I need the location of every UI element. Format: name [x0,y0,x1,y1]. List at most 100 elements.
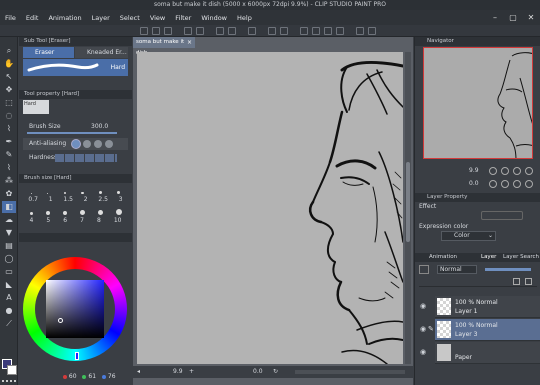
navigator-actual-size-icon[interactable] [525,167,533,175]
close-window-button[interactable]: ✕ [522,10,540,25]
pencil-tool-icon[interactable]: ✎ [2,149,16,161]
tab-layer[interactable]: Layer [481,253,496,262]
scrollbar-thumb[interactable] [406,162,410,242]
canvas-horizontal-scrollbar[interactable] [295,370,405,374]
info-icon[interactable] [368,27,376,35]
size-value[interactable]: 1 [49,196,53,203]
zoom-in-icon[interactable]: + [189,368,194,375]
minimize-button[interactable]: – [486,10,504,25]
save-icon[interactable] [164,27,172,35]
zoom-out-icon[interactable]: ◂ [137,368,140,375]
brush-size-value[interactable]: 300.0 [91,123,108,130]
fill-icon[interactable] [228,27,236,35]
size-dot[interactable] [30,193,32,194]
expression-color-select[interactable]: Color ⌄ [441,231,496,241]
subtool-tab-eraser[interactable]: Eraser [23,47,74,58]
size-value[interactable]: 0.7 [28,196,38,203]
layer-row-layer1[interactable]: 100 % Normal Layer 1 [435,296,540,318]
navigator-angle-value[interactable]: 0.0 [469,180,479,187]
delete-layer-icon[interactable] [525,278,532,285]
new-file-icon[interactable] [140,27,148,35]
menu-layer[interactable]: Layer [87,14,115,22]
antialias-option-weak[interactable] [83,140,91,148]
size-dot[interactable] [81,191,84,194]
airbrush-tool-icon[interactable]: ⁂ [2,175,16,187]
correct-line-tool-icon[interactable]: ⟋ [2,318,16,330]
deselect-icon[interactable] [268,27,276,35]
zoom-tool-icon[interactable]: ⌕ [2,45,16,57]
text-tool-icon[interactable]: A [2,292,16,304]
eraser-tool-icon[interactable]: ◧ [2,201,16,213]
rotate-right-icon[interactable] [501,180,509,188]
tab-animation[interactable]: Animation [429,253,457,262]
selection-tool-icon[interactable]: ⬚ [2,97,16,109]
size-value[interactable]: 3 [119,196,123,203]
canvas-vertical-scrollbar[interactable] [405,52,411,364]
decoration-tool-icon[interactable]: ✿ [2,188,16,200]
size-dot[interactable] [115,209,122,215]
antialias-option-strong[interactable] [105,140,113,148]
layer-name[interactable]: Layer 3 [455,331,477,338]
subtool-tab-kneaded-eraser[interactable]: Kneaded Er... [75,47,128,58]
size-value[interactable]: 1.5 [63,196,73,203]
gradient-tool-icon[interactable]: ▤ [2,240,16,252]
size-value[interactable]: 10 [114,217,122,224]
drawing-canvas[interactable] [137,52,403,364]
open-icon[interactable] [152,27,160,35]
layer-color-icon[interactable] [419,265,429,274]
menu-filter[interactable]: Filter [170,14,196,22]
hardness-slider[interactable] [55,154,117,162]
menu-animation[interactable]: Animation [43,14,86,22]
size-value[interactable]: 7 [80,217,84,224]
pen-tool-icon[interactable]: ✒ [2,136,16,148]
angle-value[interactable]: 0.0 [253,368,263,375]
snap-perspective-icon[interactable] [336,27,344,35]
show-selection-icon[interactable] [300,27,308,35]
navigator-zoom-value[interactable]: 9.9 [469,167,479,174]
lasso-tool-icon[interactable]: ◌ [2,110,16,122]
navigator-preview[interactable] [423,47,533,159]
zoom-value[interactable]: 9.9 [173,368,183,375]
menu-select[interactable]: Select [115,14,145,22]
blend-tool-icon[interactable]: ☁ [2,214,16,226]
settings-icon[interactable] [356,27,364,35]
move-layer-tool-icon[interactable]: ✥ [2,84,16,96]
preset-hard[interactable]: Hard [23,100,49,114]
menu-window[interactable]: Window [196,14,232,22]
navigator-fit-icon[interactable] [513,167,521,175]
size-value[interactable]: 8 [97,217,101,224]
undo-icon[interactable] [184,27,192,35]
size-value[interactable]: 6 [63,217,67,224]
figure-tool-icon[interactable]: ◯ [2,253,16,265]
hue-marker[interactable] [75,352,79,360]
menu-view[interactable]: View [145,14,170,22]
visibility-eye-icon[interactable]: ◉ [417,348,429,358]
clear-icon[interactable] [216,27,224,35]
brush-size-slider[interactable] [27,132,117,134]
invert-selection-icon[interactable] [280,27,288,35]
antialias-option-mid[interactable] [94,140,102,148]
size-dot[interactable] [29,212,33,215]
size-dot[interactable] [117,191,121,194]
eyedropper-tool-icon[interactable]: ⌇ [2,123,16,135]
snap-grid-icon[interactable] [324,27,332,35]
saturation-value-square[interactable] [46,280,104,338]
document-tab-close-button[interactable]: × [187,37,195,48]
effect-buttons[interactable] [481,211,523,220]
layer-name[interactable]: Paper [455,354,472,361]
visibility-eye-icon[interactable]: ◉ [417,302,429,312]
navigator-zoom-out-icon[interactable] [489,167,497,175]
size-dot[interactable] [97,210,103,215]
maximize-button[interactable]: ▢ [504,10,522,25]
antialias-option-none[interactable] [71,139,81,149]
new-layer-icon[interactable] [513,278,520,285]
navigator-zoom-in-icon[interactable] [501,167,509,175]
ruler-tool-icon[interactable]: ◣ [2,279,16,291]
brush-tool-icon[interactable]: ⌇ [2,162,16,174]
operation-tool-icon[interactable]: ↖ [2,71,16,83]
frame-tool-icon[interactable]: ▭ [2,266,16,278]
transparent-color-icon[interactable] [2,377,16,382]
flip-horizontal-icon[interactable] [525,180,533,188]
sub-color-swatch[interactable] [7,365,17,375]
layer-row-paper[interactable]: Paper [435,342,540,364]
